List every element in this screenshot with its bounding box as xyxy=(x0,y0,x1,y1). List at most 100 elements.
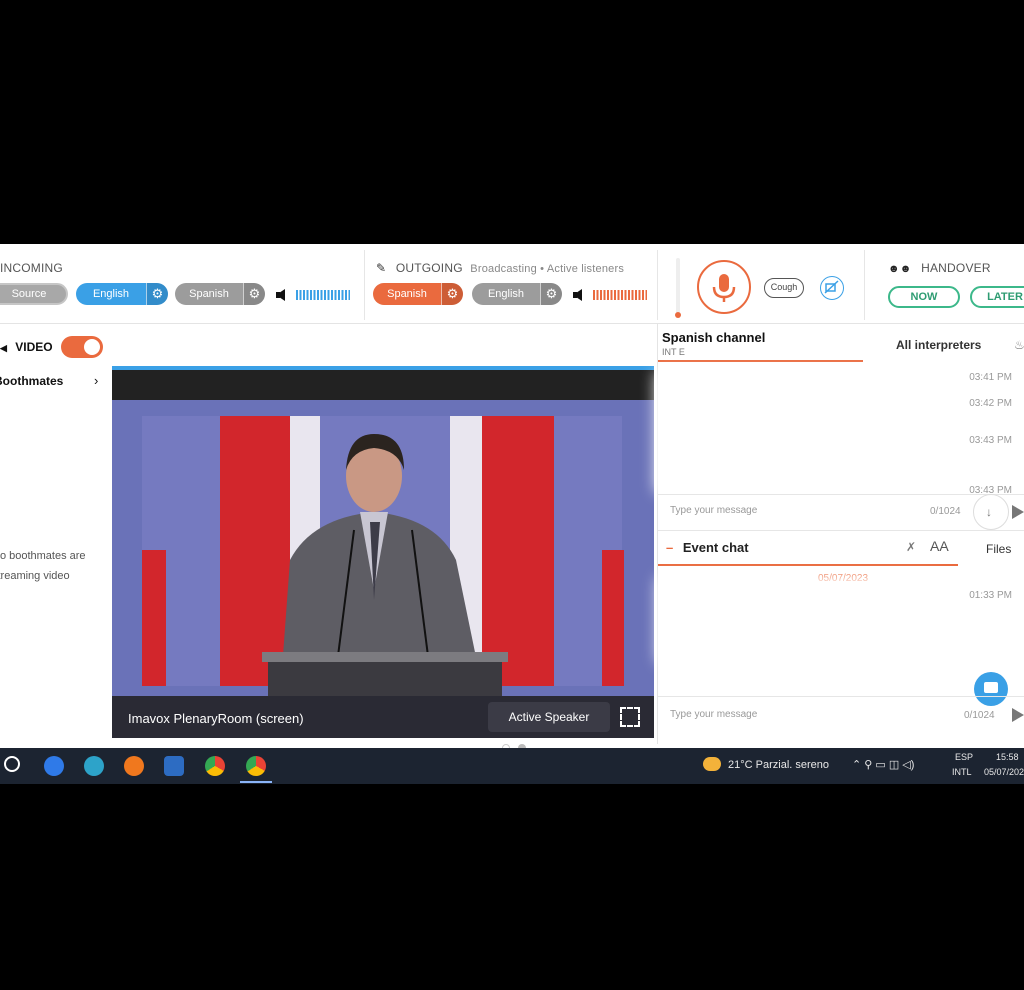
mic-level-dot xyxy=(675,312,681,318)
gear-icon[interactable]: ⚙ xyxy=(146,283,168,305)
trello-icon[interactable] xyxy=(164,756,184,776)
video-player: Imavox PlenaryRoom (screen) Active Speak… xyxy=(112,366,654,738)
top-control-bar: INCOMING Source English ⚙ Spanish ⚙ ✎ OU… xyxy=(0,244,1024,324)
speaker-icon[interactable] xyxy=(276,289,285,301)
active-speaker-button[interactable]: Active Speaker xyxy=(488,702,610,732)
no-video-line2: streaming video xyxy=(0,570,70,582)
files-tab[interactable]: Files xyxy=(986,542,1011,556)
no-video-message: No boothmates are streaming video xyxy=(0,546,112,586)
mic-level-bar xyxy=(675,258,681,318)
message-time: 03:42 PM xyxy=(969,398,1012,409)
fullscreen-icon[interactable] xyxy=(620,707,640,727)
video-top-band xyxy=(112,370,654,400)
outgoing-status: Broadcasting • Active listeners xyxy=(470,263,625,275)
outgoing-english-label: English xyxy=(487,288,525,300)
chevron-down-icon: ↓ xyxy=(986,505,992,519)
mute-icon[interactable]: ✗ xyxy=(906,540,916,554)
video-scene-image xyxy=(112,400,654,696)
redacted-messages xyxy=(666,382,896,482)
video-bottom-bar: Imavox PlenaryRoom (screen) Active Speak… xyxy=(112,696,654,738)
skype-icon[interactable] xyxy=(44,756,64,776)
bell-icon[interactable]: ♨ xyxy=(1014,338,1024,352)
input-lang-bottom[interactable]: INTL xyxy=(952,767,972,777)
handover-label: HANDOVER xyxy=(921,261,991,275)
microphone-icon xyxy=(712,274,736,302)
microphone-small-icon: ✎ xyxy=(376,261,387,275)
all-interpreters-tab[interactable]: All interpreters xyxy=(896,338,981,352)
message-time: 01:33 PM xyxy=(969,590,1012,601)
firefox-icon[interactable] xyxy=(124,756,144,776)
no-video-line1: No boothmates are xyxy=(0,550,86,562)
camera-off-icon xyxy=(824,280,839,294)
weather-icon[interactable] xyxy=(703,757,721,771)
windows-taskbar: 21°C Parzial. sereno ⌃ ⚲ ▭ ◫ ◁) ESP INTL… xyxy=(0,748,1024,784)
interpreter-app-screen: INCOMING Source English ⚙ Spanish ⚙ ✎ OU… xyxy=(0,244,1024,784)
divider xyxy=(657,250,658,320)
message-time: 03:41 PM xyxy=(969,372,1012,383)
gear-icon[interactable]: ⚙ xyxy=(243,283,265,305)
message-time: 03:43 PM xyxy=(969,435,1012,446)
incoming-english-button[interactable]: English ⚙ xyxy=(76,283,168,305)
outgoing-level-meter xyxy=(593,290,647,300)
outgoing-label: OUTGOING xyxy=(395,261,463,275)
gear-icon[interactable]: ⚙ xyxy=(540,283,562,305)
boothmates-row[interactable]: Boothmates xyxy=(0,374,63,388)
chat-panel: Spanish channel INT E All interpreters ♨… xyxy=(657,324,1024,744)
chrome-profile-icon[interactable] xyxy=(246,756,266,776)
event-char-count: 0/1024 xyxy=(964,710,995,721)
clock-time[interactable]: 15:58 xyxy=(996,752,1019,762)
incoming-english-label: English xyxy=(92,288,130,300)
cough-button[interactable]: Cough xyxy=(764,278,804,298)
outgoing-spanish-label: Spanish xyxy=(387,288,427,300)
event-message-input[interactable]: Type your message xyxy=(670,709,757,720)
channel-char-count: 0/1024 xyxy=(930,506,961,517)
channel-message-input[interactable]: Type your message xyxy=(670,505,757,516)
incoming-spanish-button[interactable]: Spanish ⚙ xyxy=(175,283,265,305)
handover-header: ☻☻ HANDOVER xyxy=(888,261,991,275)
redacted-messages xyxy=(668,588,928,652)
send-icon[interactable] xyxy=(1012,708,1024,722)
channel-tab-underline xyxy=(658,360,863,362)
speaker-icon[interactable] xyxy=(573,289,582,301)
tray-icons[interactable]: ⌃ ⚲ ▭ ◫ ◁) xyxy=(852,758,914,771)
event-chat-date: 05/07/2023 xyxy=(818,573,869,584)
gear-icon[interactable]: ⚙ xyxy=(441,283,463,305)
handover-now-button[interactable]: NOW xyxy=(888,286,960,308)
weather-text[interactable]: 21°C Parzial. sereno xyxy=(728,759,829,771)
source-label: Source xyxy=(11,288,47,300)
mic-button[interactable] xyxy=(697,260,751,314)
edge-icon[interactable] xyxy=(84,756,104,776)
left-panel: ◀ VIDEO Boothmates › No boothmates are s… xyxy=(0,324,112,744)
handover-icon: ☻☻ xyxy=(888,263,912,275)
send-icon[interactable] xyxy=(1012,505,1024,519)
input-lang-top[interactable]: ESP xyxy=(955,752,973,762)
event-chat-label: Event chat xyxy=(682,540,749,555)
chevron-right-icon[interactable]: › xyxy=(94,373,98,388)
video-off-button[interactable] xyxy=(820,276,844,300)
chat-bubble-icon xyxy=(984,682,998,693)
chevron-left-icon[interactable]: ◀ xyxy=(0,343,7,353)
divider xyxy=(364,250,365,320)
new-message-button[interactable] xyxy=(974,672,1008,706)
handover-later-button[interactable]: LATER xyxy=(970,286,1024,308)
video-toggle[interactable] xyxy=(61,336,103,358)
outgoing-spanish-button[interactable]: Spanish ⚙ xyxy=(373,283,463,305)
clock-date[interactable]: 05/07/202 xyxy=(984,767,1024,777)
room-label: Imavox PlenaryRoom (screen) xyxy=(128,711,304,726)
event-chat-header[interactable]: – Event chat xyxy=(666,540,749,555)
video-toggle-row: ◀ VIDEO xyxy=(0,340,53,354)
divider xyxy=(658,696,1024,697)
event-chat-underline xyxy=(658,564,958,566)
font-size-button[interactable]: AA xyxy=(930,538,949,554)
chrome-icon[interactable] xyxy=(205,756,225,776)
search-icon[interactable] xyxy=(4,756,20,772)
channel-subtitle: INT E xyxy=(662,347,685,357)
collapse-icon: – xyxy=(666,540,674,555)
outgoing-header: ✎ OUTGOING Broadcasting • Active listene… xyxy=(376,261,624,275)
source-button[interactable]: Source xyxy=(0,283,68,305)
outgoing-english-button[interactable]: English ⚙ xyxy=(472,283,562,305)
scroll-down-button[interactable]: ↓ xyxy=(973,494,1009,530)
divider xyxy=(864,250,865,320)
incoming-level-meter xyxy=(296,290,350,300)
video-label: VIDEO xyxy=(15,340,53,354)
